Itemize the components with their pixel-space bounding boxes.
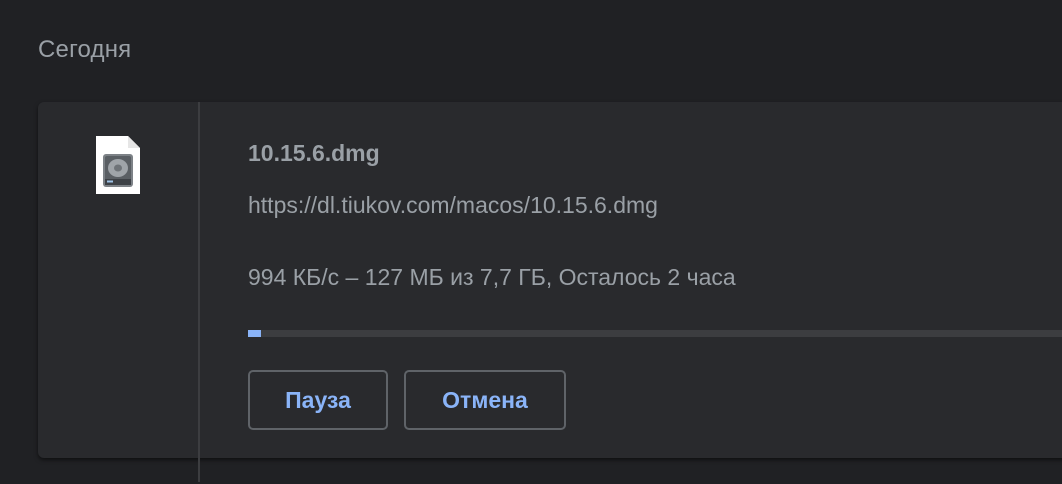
download-progress-bar bbox=[248, 330, 1062, 337]
pause-button[interactable]: Пауза bbox=[248, 370, 388, 430]
downloads-page: Сегодня 10.15.6.dmg https://dl.tiukov.co… bbox=[0, 0, 1062, 484]
download-progress-fill bbox=[248, 330, 262, 337]
download-item-card: 10.15.6.dmg https://dl.tiukov.com/macos/… bbox=[38, 102, 1062, 482]
vertical-divider bbox=[198, 102, 200, 482]
section-title-today: Сегодня bbox=[38, 36, 132, 63]
download-filename-link[interactable]: 10.15.6.dmg bbox=[248, 140, 380, 167]
cancel-button[interactable]: Отмена bbox=[404, 370, 566, 430]
download-status-text: 994 КБ/с – 127 МБ из 7,7 ГБ, Осталось 2 … bbox=[248, 264, 736, 290]
download-url-link[interactable]: https://dl.tiukov.com/macos/10.15.6.dmg bbox=[248, 192, 658, 219]
disk-image-file-icon[interactable] bbox=[95, 135, 141, 195]
